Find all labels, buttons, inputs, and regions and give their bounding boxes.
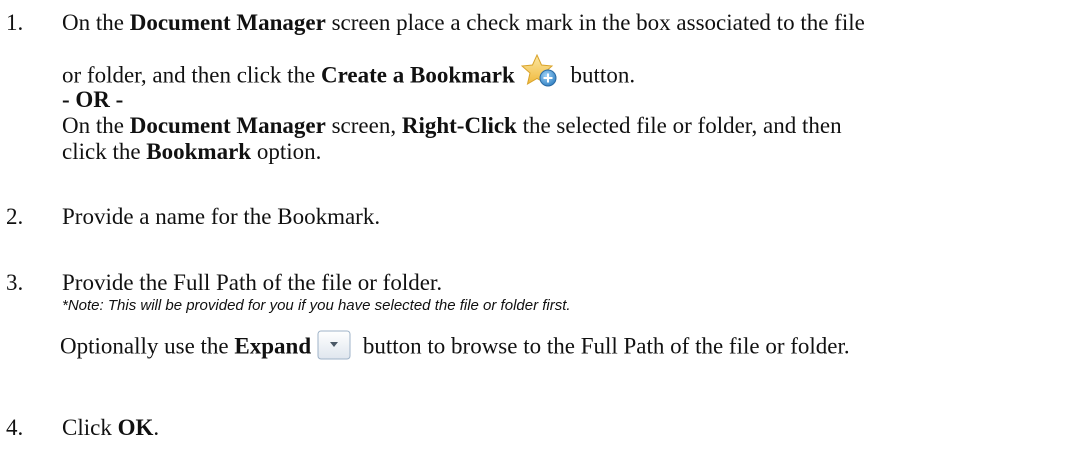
step-3-note: *Note: This will be provided for you if … [62, 297, 571, 314]
step-4-text: Click OK. [62, 415, 160, 440]
step-1-number: 1. [6, 10, 24, 35]
bookmark-option-label: Bookmark [146, 139, 252, 164]
bookmark-star-icon [520, 53, 559, 88]
step-1-line-2: or folder, and then click the Create a B… [62, 53, 635, 94]
create-bookmark-label: Create a Bookmark [321, 62, 515, 88]
or-separator: - OR - [62, 87, 124, 112]
step-1-line-1: On the Document Manager screen place a c… [62, 10, 865, 35]
step-2-number: 2. [6, 204, 24, 229]
ok-label: OK [117, 415, 154, 440]
step-3-number: 3. [6, 270, 24, 295]
step-1-line-4: click the Bookmark option. [62, 139, 322, 164]
step-2-text: Provide a name for the Bookmark. [62, 204, 381, 229]
step-3-line-2: Optionally use the Expand button to brow… [60, 330, 850, 363]
document-manager-label: Document Manager [129, 10, 326, 35]
step-3-text: Provide the Full Path of the file or fol… [62, 270, 443, 295]
step-4-number: 4. [6, 415, 24, 440]
step-1-line-3: On the Document Manager screen, Right-Cl… [62, 113, 842, 138]
expand-dropdown-icon [317, 330, 351, 360]
right-click-label: Right-Click [401, 113, 517, 138]
expand-label: Expand [234, 333, 312, 359]
